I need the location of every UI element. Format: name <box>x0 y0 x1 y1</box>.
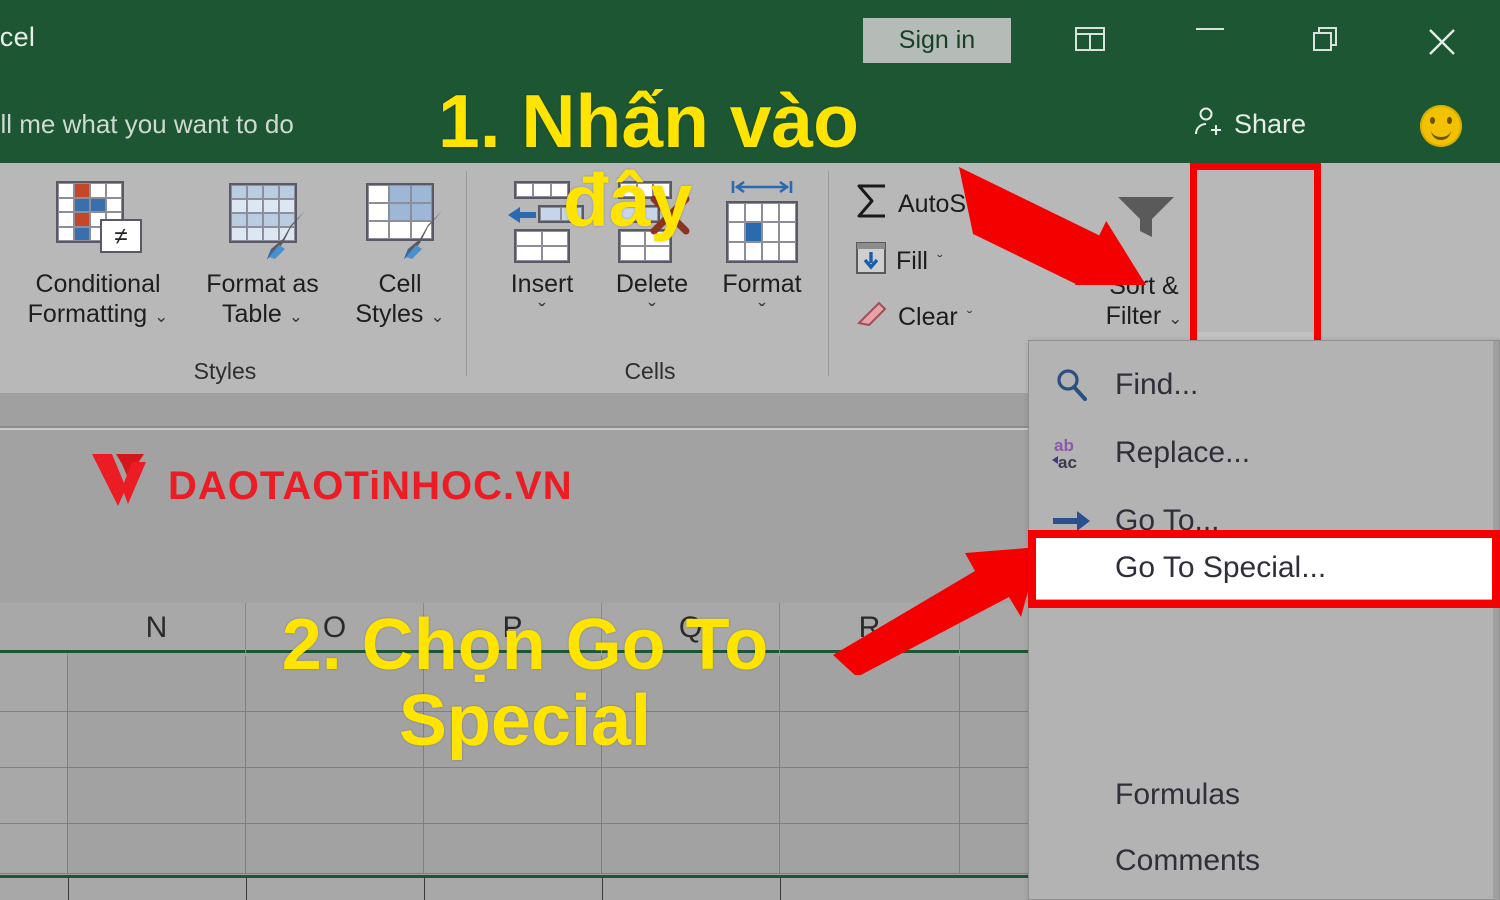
sort-filter-label-line2: Filter <box>1105 302 1162 330</box>
format-cells-label: Format <box>722 270 802 298</box>
menu-item-comments-label: Comments <box>1115 844 1261 877</box>
table-row[interactable] <box>602 824 780 874</box>
share-label: Share <box>1234 109 1307 139</box>
title-bar: xcel Sign in <box>0 0 1500 85</box>
v-logo-mark <box>88 448 160 525</box>
chevron-down-icon[interactable]: ⌄ <box>1168 309 1182 328</box>
table-row[interactable] <box>0 712 68 768</box>
arrow-to-find-select <box>959 167 1150 285</box>
format-as-table-label-line1: Format as <box>206 270 319 298</box>
magnifier-icon <box>1029 368 1115 402</box>
fill-icon <box>855 241 887 282</box>
group-label-cells: Cells <box>624 358 676 384</box>
clear-button[interactable]: Clear ˇ <box>855 299 972 336</box>
svg-text:ac: ac <box>1058 453 1077 472</box>
chevron-down-icon[interactable]: ⌄ <box>430 307 444 326</box>
table-row[interactable] <box>602 768 780 824</box>
format-as-table-button[interactable]: Format as Table ⌄ <box>190 177 335 332</box>
clear-label: Clear <box>898 303 958 331</box>
replace-abac-icon: ab ac <box>1029 434 1115 472</box>
table-row[interactable] <box>424 824 602 874</box>
menu-item-find-label: Find... <box>1115 368 1199 401</box>
cell-styles-icon <box>354 177 446 269</box>
share-button[interactable]: Share <box>1192 105 1306 144</box>
ribbon-display-options-icon[interactable] <box>1062 14 1118 66</box>
menu-item-go-to-special[interactable]: Go To Special... <box>1029 537 1500 599</box>
autosum-icon <box>855 183 889 226</box>
arrow-right-icon <box>1029 508 1115 534</box>
table-row[interactable] <box>0 656 68 712</box>
delete-cells-label: Delete <box>615 270 689 298</box>
tell-me-input[interactable]: ell me what you want to do <box>0 109 294 140</box>
chevron-down-icon[interactable]: ˇ <box>937 252 943 272</box>
grid-bottom-tick <box>424 878 425 900</box>
grid-bottom-tick <box>780 878 781 900</box>
menu-item-find[interactable]: Find... <box>1029 355 1499 415</box>
group-label-styles: Styles <box>193 358 257 384</box>
excel-window: xcel Sign in ell me what you want <box>0 0 1500 900</box>
minimize-icon[interactable] <box>1182 14 1238 66</box>
chevron-down-icon[interactable]: ˇ <box>706 299 818 325</box>
chevron-down-icon[interactable]: ˇ <box>488 299 596 325</box>
restore-icon[interactable] <box>1298 14 1354 66</box>
annotation-step-2: 2. Chọn Go To Special <box>281 605 769 761</box>
menu-item-go-to-special-label: Go To Special... <box>1115 551 1327 584</box>
insert-cells-label: Insert <box>510 270 574 298</box>
table-row[interactable] <box>246 824 424 874</box>
close-icon[interactable] <box>1414 14 1470 66</box>
clear-icon <box>855 299 889 336</box>
sign-in-button[interactable]: Sign in <box>863 18 1011 63</box>
smiley-face-icon[interactable] <box>1420 105 1462 147</box>
table-row[interactable] <box>780 824 960 874</box>
menu-item-comments[interactable]: Comments <box>1029 831 1499 891</box>
table-row[interactable] <box>68 768 246 824</box>
menu-item-go-to-label: Go To... <box>1115 504 1220 537</box>
table-row[interactable] <box>0 768 68 824</box>
cell-styles-label-line2: Styles <box>355 300 424 328</box>
menu-item-replace-label: Replace... <box>1115 436 1251 469</box>
conditional-formatting-label-line1: Conditional <box>35 270 161 298</box>
grid-bottom-tick <box>68 878 69 900</box>
chevron-down-icon[interactable]: ˇ <box>967 308 973 328</box>
chevron-down-icon[interactable]: ⌄ <box>154 307 168 326</box>
grid-bottom-tick <box>246 878 247 900</box>
chevron-down-icon[interactable]: ⌄ <box>289 307 303 326</box>
table-row[interactable] <box>780 768 960 824</box>
fill-button[interactable]: Fill ˇ <box>855 241 943 282</box>
menu-item-formulas-label: Formulas <box>1115 778 1241 811</box>
annotation-step-1: 1. Nhấn vào đây <box>438 79 859 242</box>
format-as-table-icon <box>217 177 309 269</box>
table-row[interactable] <box>424 768 602 824</box>
grid-bottom-tick <box>602 878 603 900</box>
conditional-formatting-icon: ≠ <box>52 177 144 269</box>
conditional-formatting-button[interactable]: ≠ Conditional Formatting ⌄ <box>8 177 188 332</box>
menu-item-replace[interactable]: ab ac Replace... <box>1029 423 1499 483</box>
app-title: xcel <box>0 22 36 52</box>
chevron-down-icon[interactable]: ˇ <box>598 299 706 325</box>
person-add-icon <box>1192 105 1224 144</box>
table-row[interactable] <box>246 768 424 824</box>
fill-label: Fill <box>896 247 928 275</box>
watermark-text: DAOTAOTiNHOC.VN <box>168 464 573 508</box>
cell-styles-label-line1: Cell <box>378 270 422 298</box>
watermark-logo: DAOTAOTiNHOC.VN <box>88 448 573 525</box>
conditional-formatting-label-line2: Formatting <box>27 300 148 328</box>
table-row[interactable] <box>0 824 68 874</box>
menu-item-formulas[interactable]: Formulas <box>1029 765 1499 825</box>
table-row[interactable] <box>68 824 246 874</box>
find-select-dropdown-menu: Find... ab ac Replace... Go To... Go To … <box>1028 340 1500 900</box>
format-as-table-label-line2: Table <box>222 300 282 328</box>
